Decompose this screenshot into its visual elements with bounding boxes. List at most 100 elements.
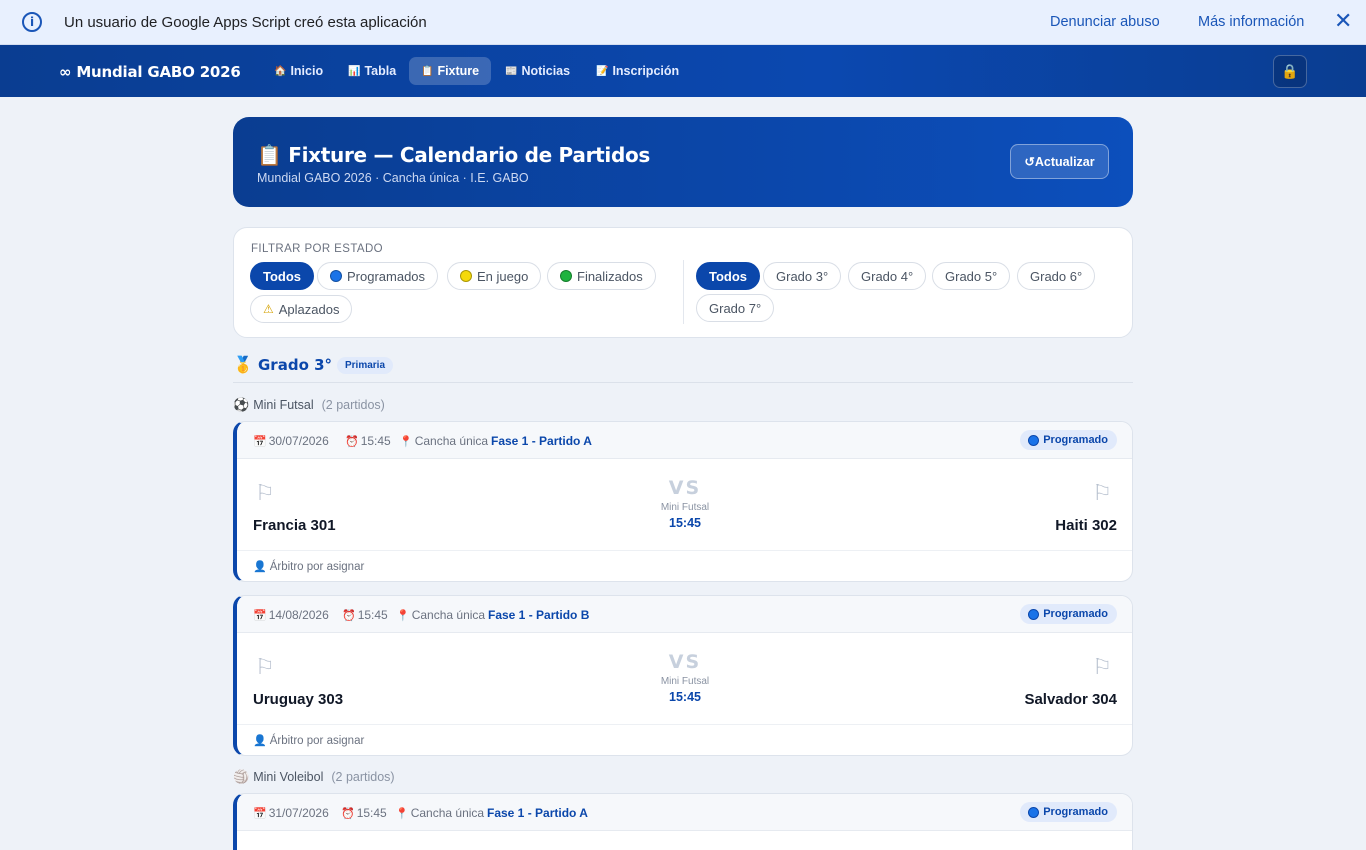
match-count: (2 partidos) [331, 770, 395, 784]
grade-filter-5[interactable]: Grado 5° [932, 262, 1011, 290]
grade-section-header: 🥇 Grado 3° Primaria [233, 354, 1133, 383]
chip-label: Todos [709, 268, 748, 284]
time-text: 15:45 [356, 806, 387, 820]
status-badge: Programado [1020, 430, 1117, 450]
status-text: Programado [1043, 806, 1108, 818]
chip-label: Grado 5° [945, 268, 998, 284]
apps-script-banner: i Un usuario de Google Apps Script creó … [0, 0, 1366, 45]
match-time: ⏰ 15:45 [345, 434, 391, 448]
chart-icon: 📊 [348, 65, 361, 77]
time-text: 15:45 [360, 434, 391, 448]
away-team: Salvador 304 [1024, 691, 1117, 708]
grade-filter-4[interactable]: Grado 4° [848, 262, 927, 290]
status-filter-finalizados[interactable]: Finalizados [547, 262, 656, 290]
chip-label: En juego [477, 268, 529, 284]
match-card[interactable]: 📅 14/08/2026 ⏰ 15:45 📍 Cancha única Fase… [233, 595, 1133, 756]
venue-text: Cancha única [414, 434, 489, 448]
memo-icon: 📝 [596, 65, 609, 77]
alarm-clock-icon: ⏰ [341, 806, 355, 820]
chip-label: Grado 7° [709, 300, 762, 316]
page-subtitle: Mundial GABO 2026 · Cancha única · I.E. … [257, 171, 529, 185]
sport-header-voleibol: 🏐 Mini Voleibol (2 partidos) [233, 768, 395, 786]
status-filter-todos[interactable]: Todos [250, 262, 315, 290]
warning-icon: ⚠ [263, 302, 274, 316]
alarm-clock-icon: ⏰ [345, 434, 359, 448]
status-badge: Programado [1020, 802, 1117, 822]
match-venue: 📍 Cancha única [396, 608, 485, 622]
chip-label: Grado 4° [861, 268, 914, 284]
main-navbar: ∞ Mundial GABO 2026 🏠 Inicio 📊 Tabla 📋 F… [0, 45, 1366, 97]
nav-item-tabla[interactable]: 📊 Tabla [336, 57, 408, 85]
person-icon: 👤 [253, 560, 267, 573]
match-time: ⏰ 15:45 [342, 608, 388, 622]
grade-filter-3[interactable]: Grado 3° [763, 262, 842, 290]
more-info-link[interactable]: Más información [1198, 14, 1304, 30]
nav-item-noticias[interactable]: 📰 Noticias [493, 57, 582, 85]
yellow-dot-icon [460, 270, 472, 282]
match-date: 📅 31/07/2026 [253, 806, 329, 820]
grade-title: Grado 3° [258, 356, 333, 374]
flag-icon: ⚐ [1092, 655, 1112, 680]
calendar-icon: 📅 [253, 806, 267, 820]
chip-label: Todos [263, 268, 302, 284]
pin-icon: 📍 [399, 434, 413, 448]
grade-filter-7[interactable]: Grado 7° [696, 294, 775, 322]
person-icon: 👤 [253, 734, 267, 747]
referee-text: Árbitro por asignar [269, 734, 365, 747]
close-icon[interactable]: ✕ [1334, 9, 1352, 34]
nav-label: Inscripción [612, 64, 680, 78]
admin-lock-button[interactable]: 🔒 [1273, 55, 1307, 88]
status-dot-icon [1028, 608, 1040, 620]
chip-label: Finalizados [577, 268, 643, 284]
page-title: 📋 Fixture — Calendario de Partidos [257, 143, 651, 167]
home-icon: 🏠 [274, 65, 287, 77]
nav-item-fixture[interactable]: 📋 Fixture [409, 57, 492, 85]
status-dot-icon [1028, 434, 1040, 446]
date-text: 14/08/2026 [268, 608, 329, 622]
refresh-button[interactable]: ↺Actualizar [1010, 144, 1109, 179]
nav-label: Noticias [521, 64, 571, 78]
brand-logo[interactable]: ∞ Mundial GABO 2026 [59, 63, 241, 81]
filter-label: FILTRAR POR ESTADO [251, 243, 384, 255]
status-filter-aplazados[interactable]: ⚠ Aplazados [250, 295, 353, 323]
nav-item-inicio[interactable]: 🏠 Inicio [262, 57, 335, 85]
match-phase: Fase 1 - Partido B [488, 608, 590, 622]
sport-name: Mini Futsal [253, 398, 314, 412]
status-filter-programados[interactable]: Programados [317, 262, 439, 290]
pin-icon: 📍 [395, 806, 409, 820]
match-center-time: 15:45 [669, 690, 701, 704]
pin-icon: 📍 [396, 608, 410, 622]
blue-dot-icon [330, 270, 342, 282]
calendar-icon: 📅 [253, 434, 267, 448]
vs-label: VS [668, 651, 702, 673]
match-center-time: 15:45 [669, 516, 701, 530]
match-sport: Mini Futsal [660, 676, 710, 687]
match-date: 📅 14/08/2026 [253, 608, 329, 622]
fixture-hero: 📋 Fixture — Calendario de Partidos Mundi… [233, 117, 1133, 207]
report-abuse-link[interactable]: Denunciar abuso [1050, 14, 1160, 30]
volleyball-icon: 🏐 [233, 769, 250, 785]
referee-info: 👤 Árbitro por asignar [253, 734, 364, 747]
filters-panel: FILTRAR POR ESTADO Todos Programados En … [233, 227, 1133, 338]
match-footer: 👤 Árbitro por asignar [237, 550, 1132, 581]
lock-icon: 🔒 [1281, 63, 1299, 80]
match-card[interactable]: 📅 30/07/2026 ⏰ 15:45 📍 Cancha única Fase… [233, 421, 1133, 582]
info-icon: i [22, 12, 42, 32]
nav-item-inscripcion[interactable]: 📝 Inscripción [584, 57, 691, 85]
grade-filter-6[interactable]: Grado 6° [1017, 262, 1096, 290]
clipboard-icon: 📋 [421, 65, 434, 77]
match-card[interactable]: 📅 31/07/2026 ⏰ 15:45 📍 Cancha única Fase… [233, 793, 1133, 850]
chip-label: Grado 3° [776, 268, 829, 284]
chip-label: Aplazados [278, 301, 340, 317]
medal-icon: 🥇 [233, 355, 253, 374]
sport-header-futsal: ⚽ Mini Futsal (2 partidos) [233, 396, 385, 414]
match-count: (2 partidos) [321, 398, 385, 412]
match-venue: 📍 Cancha única [399, 434, 488, 448]
match-sport: Mini Futsal [660, 502, 710, 513]
flag-icon: ⚐ [1092, 481, 1112, 506]
status-text: Programado [1043, 434, 1108, 446]
status-filter-en-juego[interactable]: En juego [447, 262, 542, 290]
newspaper-icon: 📰 [505, 65, 518, 77]
nav-label: Inicio [290, 64, 324, 78]
grade-filter-todos[interactable]: Todos [696, 262, 761, 290]
